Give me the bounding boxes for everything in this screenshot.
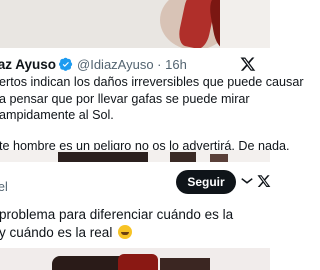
tweet-text-line: y cuándo es la real [0,224,289,242]
author-handle-time[interactable]: @IdiazAyuso · 16h [77,57,187,72]
photo-shape [118,254,158,270]
x-logo-icon [240,57,256,71]
tweet-header: el Seguir [0,166,271,194]
tweet-image-top[interactable] [0,0,270,48]
tweet-header: íaz Ayuso @IdiazAyuso · 16h [0,55,270,73]
photo-shape [170,152,196,162]
follow-button[interactable]: Seguir [176,170,236,194]
photo-shape [220,0,270,48]
tweet-text: ertos indican los daños irreversibles qu… [0,74,304,154]
author-name[interactable]: el [0,180,8,194]
author-name[interactable]: íaz Ayuso [0,57,56,72]
photo-shape [210,154,228,162]
photo-shape [160,258,210,270]
tweet-text-line: ampidamente al Sol. [0,108,114,122]
more-options-icon[interactable] [240,176,254,186]
tweet-text: problema para diferenciar cuándo es la y… [0,206,289,242]
verified-badge-icon [59,57,73,71]
tweet-image-bottom[interactable] [0,248,270,270]
x-logo-icon [257,175,271,187]
tweet-text-line: problema para diferenciar cuándo es la [0,207,234,222]
photo-shape [58,152,148,162]
laughing-emoji-icon [118,225,133,239]
tweet-text-line: a pensar que por llevar gafas se puede m… [0,91,250,106]
tweet-image-middle[interactable] [0,150,270,162]
tweet-text-fragment: y cuándo es la real [0,225,113,240]
tweet-text-line: ertos indican los daños irreversibles qu… [0,75,304,89]
